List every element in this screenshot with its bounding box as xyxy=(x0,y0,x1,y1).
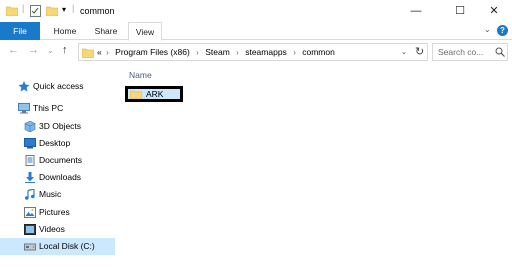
breadcrumb: « › Program Files (x86) › Steam › steama… xyxy=(97,44,335,60)
sidebar-item-label: Videos xyxy=(39,224,65,234)
title-bar: | ▾ | common — ☐ ✕ xyxy=(0,0,512,22)
close-button[interactable]: ✕ xyxy=(478,0,510,22)
file-list: Name ARK xyxy=(115,64,512,270)
sidebar-item-local-disk-c[interactable]: Local Disk (C:) xyxy=(0,238,115,255)
breadcrumb-steam[interactable]: Steam xyxy=(205,44,230,60)
breadcrumb-separator[interactable]: › xyxy=(293,45,296,61)
expand-ribbon-icon[interactable]: ⌄ xyxy=(484,25,491,34)
up-button[interactable]: ↑ xyxy=(62,44,68,56)
disk-icon xyxy=(24,241,36,252)
sidebar-item-videos[interactable]: Videos xyxy=(0,221,115,238)
sidebar-item-pictures[interactable]: Pictures xyxy=(0,204,115,221)
computer-icon xyxy=(18,103,30,114)
breadcrumb-separator[interactable]: › xyxy=(196,45,199,61)
sidebar-item-label: Desktop xyxy=(39,138,71,148)
sidebar-item-label: Music xyxy=(39,189,62,199)
sidebar-item-label: Local Disk (C:) xyxy=(39,241,95,251)
refresh-button[interactable]: ↻ xyxy=(415,45,424,58)
breadcrumb-separator[interactable]: › xyxy=(106,45,109,61)
breadcrumb-separator[interactable]: › xyxy=(236,45,239,61)
breadcrumb-overflow[interactable]: « xyxy=(97,44,102,60)
sidebar-item-label: Quick access xyxy=(33,81,84,91)
minimize-button[interactable]: — xyxy=(400,0,432,22)
sidebar-item-music[interactable]: Music xyxy=(0,186,115,203)
tab-share[interactable]: Share xyxy=(87,22,125,40)
cube-icon xyxy=(24,120,36,133)
divider: | xyxy=(22,3,25,13)
customize-toolbar-icon[interactable]: ▾ xyxy=(62,5,66,14)
sidebar-item-documents[interactable]: Documents xyxy=(0,152,115,169)
sidebar-item-3d-objects[interactable]: 3D Objects xyxy=(0,118,115,135)
recent-locations-button[interactable]: ⌄ xyxy=(47,46,54,55)
sidebar-item-downloads[interactable]: Downloads xyxy=(0,169,115,186)
pictures-icon xyxy=(24,207,36,218)
search-icon[interactable] xyxy=(495,47,505,59)
divider: | xyxy=(72,3,75,13)
search-placeholder: Search co... xyxy=(438,47,484,57)
documents-icon xyxy=(24,155,36,166)
sidebar-item-label: Pictures xyxy=(39,207,70,217)
folder-icon xyxy=(81,47,95,60)
desktop-icon xyxy=(24,138,36,149)
folder-icon xyxy=(129,90,143,101)
selection-highlight: ARK xyxy=(128,89,180,101)
ribbon: File Home Share View ⌄ ? xyxy=(0,22,512,41)
sidebar-item-label: Documents xyxy=(39,155,82,165)
window-title: common xyxy=(80,6,115,16)
help-icon[interactable]: ? xyxy=(497,25,508,36)
navigation-bar: ← → ⌄ ↑ « › Program Files (x86) › Steam … xyxy=(0,40,512,64)
file-name: ARK xyxy=(146,89,164,99)
forward-button[interactable]: → xyxy=(28,44,39,56)
folder-icon[interactable] xyxy=(5,5,19,18)
sidebar-item-quick-access[interactable]: Quick access xyxy=(0,78,115,95)
navigation-pane: Quick access This PC 3D Objects Desktop … xyxy=(0,64,115,270)
search-box[interactable]: Search co... xyxy=(432,43,508,61)
sidebar-item-this-pc[interactable]: This PC xyxy=(0,100,115,117)
sidebar-item-desktop[interactable]: Desktop xyxy=(0,135,115,152)
address-bar[interactable]: « › Program Files (x86) › Steam › steama… xyxy=(78,43,428,61)
sidebar-item-label: 3D Objects xyxy=(39,121,82,131)
tab-file[interactable]: File xyxy=(0,22,40,40)
download-icon xyxy=(24,172,36,183)
tab-view[interactable]: View xyxy=(128,22,162,41)
column-header-name[interactable]: Name xyxy=(129,70,152,80)
breadcrumb-common[interactable]: common xyxy=(302,44,335,60)
star-icon xyxy=(18,81,30,92)
tab-home[interactable]: Home xyxy=(46,22,84,40)
address-dropdown-icon[interactable]: ⌄ xyxy=(401,48,407,56)
new-folder-icon[interactable] xyxy=(45,5,59,18)
maximize-button[interactable]: ☐ xyxy=(444,0,476,22)
sidebar-item-label: This PC xyxy=(33,103,64,113)
breadcrumb-steamapps[interactable]: steamapps xyxy=(245,44,287,60)
music-icon xyxy=(24,188,36,200)
sidebar-item-label: Downloads xyxy=(39,172,82,182)
videos-icon xyxy=(24,224,36,235)
list-item[interactable]: ARK xyxy=(125,86,183,102)
back-button[interactable]: ← xyxy=(8,44,19,56)
properties-icon[interactable] xyxy=(30,5,41,19)
breadcrumb-program-files-x86[interactable]: Program Files (x86) xyxy=(115,44,190,60)
